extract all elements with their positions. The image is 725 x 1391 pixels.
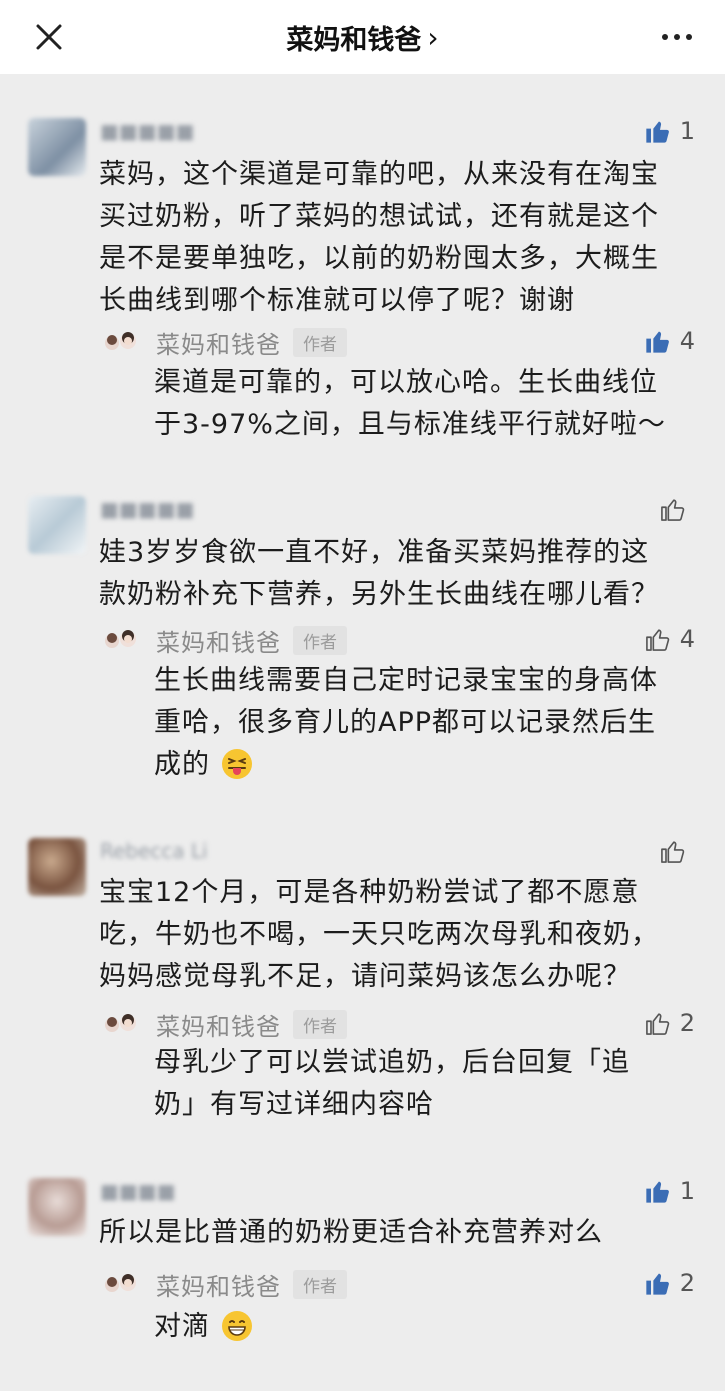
tongue-out-emoji-icon [221,749,252,779]
comment-line: 是不是要单独吃，以前的奶粉囤太多，大概生 [99,243,659,274]
comment-text: 所以是比普通的奶粉更适合补充营养对么 [99,1212,699,1254]
like-button[interactable]: 1 [644,114,695,148]
more-icon [662,34,668,40]
thumbs-up-filled-icon [646,331,669,353]
reply-line: 奶」有写过详细内容哈 [154,1089,434,1120]
reply-line-text: 对滴 [154,1311,210,1342]
author-reply-text: 渠道是可靠的，可以放心哈。生长曲线位 于3-97%之间，且与标准线平行就好啦～ [154,362,694,446]
like-count: 4 [679,327,695,355]
author-reply-header: 菜妈和钱爸 作者 [102,622,347,658]
reply-like-button[interactable]: 4 [644,324,695,358]
comment-line: 菜妈，这个渠道是可靠的吧，从来没有在淘宝 [99,159,659,190]
reply-line: 重哈，很多育儿的APP都可以记录然后生 [154,707,657,738]
thumbs-up-outline-icon [661,841,685,863]
comment-line: 买过奶粉，听了菜妈的想试试，还有就是这个 [99,201,659,232]
close-button[interactable] [30,18,68,56]
author-badge: 作者 [293,1009,347,1039]
reply-line: 于3-97%之间，且与标准线平行就好啦～ [154,409,666,440]
comment-line: 宝宝12个月，可是各种奶粉尝试了都不愿意 [99,877,640,908]
author-name: 菜妈和钱爸 [156,1012,281,1041]
author-reply-header: 菜妈和钱爸 作者 [102,1266,347,1302]
commenter-avatar[interactable] [28,838,86,896]
thumbs-up-outline-icon [645,629,669,651]
commenter-name-blurred: ■■■■■ [100,119,195,143]
reply-line: 生长曲线需要自己定时记录宝宝的身高体 [154,665,658,696]
author-badge: 作者 [293,1269,347,1299]
page-title[interactable]: 菜妈和钱爸 › [286,18,438,57]
comment-line: 娃3岁岁食欲一直不好，准备买菜妈推荐的这 [99,537,650,568]
chevron-right-icon: › [427,20,439,54]
author-name: 菜妈和钱爸 [156,1272,281,1301]
grin-emoji-icon [221,1311,252,1341]
comment-text: 菜妈，这个渠道是可靠的吧，从来没有在淘宝 买过奶粉，听了菜妈的想试试，还有就是这… [99,154,699,322]
author-avatar [105,1014,136,1032]
comment-line: 吃，牛奶也不喝，一天只吃两次母乳和夜奶， [99,919,659,950]
commenter-avatar[interactable] [28,118,86,176]
author-reply-text: 对滴 [154,1306,694,1348]
like-count: 1 [679,117,695,145]
author-reply-text: 生长曲线需要自己定时记录宝宝的身高体 重哈，很多育儿的APP都可以记录然后生 成… [154,660,694,786]
reply-like-button[interactable]: 4 [644,622,695,656]
thumbs-up-outline-icon [661,499,685,521]
author-avatar [105,332,136,350]
comment-line: 妈妈感觉母乳不足，请问菜妈该怎么办呢？ [99,961,631,992]
like-button[interactable] [659,492,695,526]
author-badge: 作者 [293,625,347,655]
more-button[interactable] [655,22,699,52]
reply-line: 对滴 [154,1306,694,1348]
comment-line: 款奶粉补充下营养，另外生长曲线在哪儿看？ [99,579,659,610]
page-title-text: 菜妈和钱爸 [286,24,422,56]
author-reply-header: 菜妈和钱爸 作者 [102,1006,347,1042]
thumbs-up-outline-icon [645,1013,669,1035]
thumbs-up-filled-icon [646,121,669,143]
comment-line: 所以是比普通的奶粉更适合补充营养对么 [99,1217,603,1248]
reply-like-button[interactable]: 2 [644,1266,695,1300]
thumbs-up-filled-icon [646,1181,669,1203]
author-name: 菜妈和钱爸 [156,628,281,657]
more-icon-dot [674,34,680,40]
author-badge: 作者 [293,327,347,357]
comment-line: 长曲线到哪个标准就可以停了呢？谢谢 [99,285,575,316]
reply-line: 渠道是可靠的，可以放心哈。生长曲线位 [154,367,658,398]
close-icon [36,24,62,50]
comment-text: 娃3岁岁食欲一直不好，准备买菜妈推荐的这 款奶粉补充下营养，另外生长曲线在哪儿看… [99,532,699,616]
author-avatar [105,1274,136,1292]
reply-line: 母乳少了可以尝试追奶，后台回复「追 [154,1047,630,1078]
thumbs-up-filled-icon [646,1273,669,1295]
like-count: 4 [679,625,695,653]
more-icon-dot [686,34,692,40]
like-count: 2 [679,1269,695,1297]
top-bar: 菜妈和钱爸 › [0,0,725,74]
reply-line: 成的 [154,744,694,786]
commenter-name-blurred: ■■■■ [100,1179,176,1203]
comment-text: 宝宝12个月，可是各种奶粉尝试了都不愿意 吃，牛奶也不喝，一天只吃两次母乳和夜奶… [99,872,699,998]
reply-line-text: 成的 [154,749,210,780]
commenter-name-blurred: Rebecca Li [100,839,208,863]
like-button[interactable] [659,834,695,868]
commenter-name-blurred: ■■■■■ [100,497,195,521]
like-count: 1 [679,1177,695,1205]
author-reply-header: 菜妈和钱爸 作者 [102,324,347,360]
author-name: 菜妈和钱爸 [156,330,281,359]
author-reply-text: 母乳少了可以尝试追奶，后台回复「追 奶」有写过详细内容哈 [154,1042,694,1126]
author-avatar [105,630,136,648]
reply-like-button[interactable]: 2 [644,1006,695,1040]
like-button[interactable]: 1 [644,1174,695,1208]
like-count: 2 [679,1009,695,1037]
commenter-avatar[interactable] [28,1178,86,1236]
commenter-avatar[interactable] [28,496,86,554]
